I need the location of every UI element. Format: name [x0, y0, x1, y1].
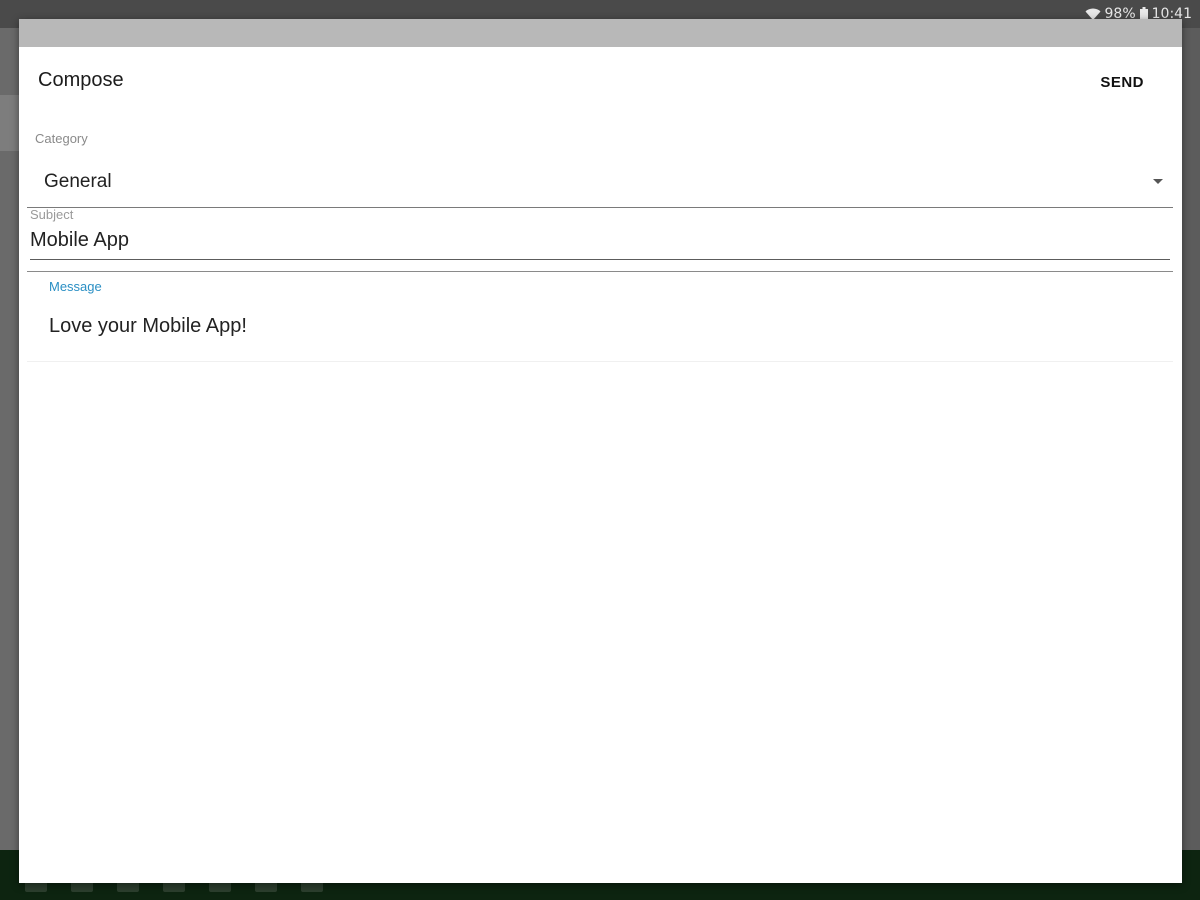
dialog-header: Compose SEND	[19, 47, 1182, 115]
dialog-top-bar	[19, 19, 1182, 47]
category-selected-value: General	[44, 171, 112, 192]
chevron-down-icon	[1153, 179, 1163, 184]
send-button[interactable]: SEND	[1092, 70, 1152, 95]
subject-input[interactable]	[30, 221, 1170, 260]
screen: 98% 10:41 Compose SEND Category General …	[0, 0, 1200, 900]
message-label: Message	[49, 279, 102, 294]
compose-dialog: Compose SEND Category General Subject Me…	[19, 19, 1182, 883]
dialog-title: Compose	[38, 69, 124, 91]
background-app-edge-right	[1182, 28, 1200, 850]
category-label: Category	[35, 131, 88, 146]
field-divider	[27, 271, 1173, 272]
message-field: Message	[27, 275, 1173, 362]
message-input[interactable]	[49, 311, 1159, 341]
background-app-edge	[0, 95, 20, 151]
subject-label: Subject	[30, 207, 74, 222]
category-dropdown[interactable]: Category General	[27, 129, 1173, 208]
subject-field: Subject	[27, 207, 1173, 273]
